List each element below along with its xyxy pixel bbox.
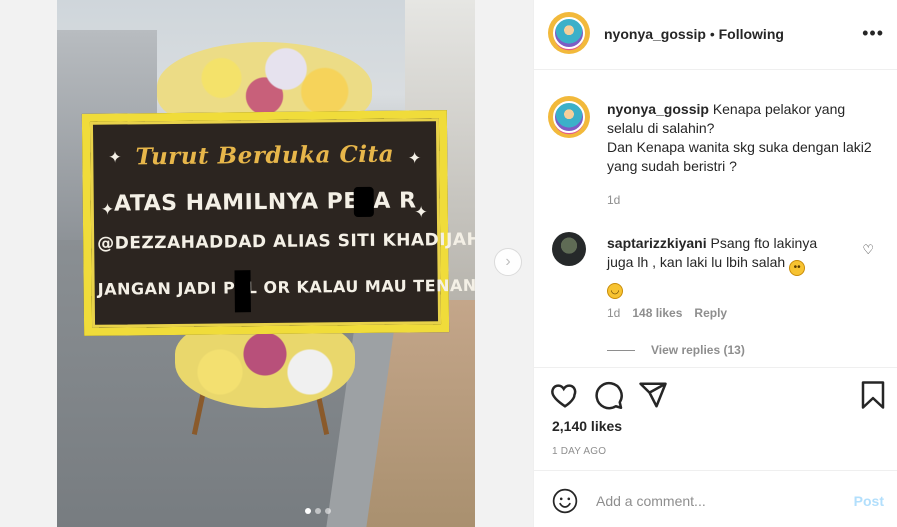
rolling-eyes-emoji-icon: •• [789, 260, 806, 276]
caption-text: nyonya_gossip Kenapa pelakor yang selalu… [607, 100, 872, 176]
board-line-1: ATAS HAMILNYA PELA R [113, 188, 417, 217]
carousel-dot [315, 508, 321, 514]
heart-outline-icon[interactable]: ♡ [862, 242, 874, 258]
carousel-dot [325, 508, 331, 514]
post-media-area: ✦ ✦ ✦ ✦ Turut Berduka Cita ATAS HAMILNYA… [0, 0, 533, 527]
post-comment-button[interactable]: Post [854, 493, 884, 509]
comment-meta: 1d 148 likes Reply [607, 306, 727, 320]
bookmark-icon[interactable] [858, 380, 888, 410]
comment-username[interactable]: saptarizzkiyani [607, 235, 707, 251]
board-line-2: @DEZZAHADDAD ALIAS SITI KHADIJAH [97, 229, 475, 254]
separator-dot: • [709, 26, 719, 42]
likes-count[interactable]: 2,140 likes [552, 418, 622, 434]
view-replies-label: View replies (13) [651, 343, 745, 357]
avatar-image [553, 17, 585, 49]
add-comment-input[interactable] [596, 488, 836, 514]
caption-username[interactable]: nyonya_gossip [607, 101, 709, 117]
comment-bubble-icon[interactable] [594, 380, 624, 410]
post-time[interactable]: 1 DAY AGO [552, 446, 606, 457]
reply-button[interactable]: Reply [694, 306, 727, 320]
caption-timestamp[interactable]: 1d [607, 193, 620, 207]
view-replies-button[interactable]: View replies (13) [607, 343, 745, 357]
add-comment-bar: Post [534, 470, 897, 527]
next-slide-button[interactable]: › [494, 248, 522, 276]
censor-mark [353, 186, 374, 218]
condolence-board: ✦ ✦ ✦ ✦ Turut Berduka Cita ATAS HAMILNYA… [81, 110, 475, 336]
header-user-line: nyonya_gossip • Following [604, 26, 784, 42]
board-title: Turut Berduka Cita [135, 140, 395, 171]
avatar-image [553, 101, 585, 133]
send-icon[interactable] [638, 380, 668, 410]
following-button[interactable]: Following [719, 26, 784, 42]
chevron-right-icon: › [505, 253, 511, 270]
avatar[interactable] [552, 232, 586, 266]
caption-line-2: Dan Kenapa wanita skg suka dengan laki2 … [607, 139, 872, 174]
comment-text: saptarizzkiyani Psang fto lakinya juga l… [607, 234, 847, 299]
carousel-indicator [305, 508, 331, 514]
replies-divider [607, 349, 635, 351]
avatar[interactable] [548, 96, 590, 138]
board-line-3: JANGAN JADI PEL OR KALAU MAU TENANG [97, 275, 475, 299]
emoji-smile-icon[interactable] [552, 488, 578, 514]
comment-timestamp[interactable]: 1d [607, 306, 620, 320]
avatar[interactable] [548, 12, 590, 54]
carousel-dot [305, 508, 311, 514]
comment-likes[interactable]: 148 likes [632, 306, 682, 320]
rofl-emoji-icon: ◡ [607, 283, 623, 299]
more-horizontal-icon[interactable]: ••• [862, 24, 884, 42]
header-username[interactable]: nyonya_gossip [604, 26, 706, 42]
post-header: nyonya_gossip • Following ••• [534, 0, 897, 70]
post-photo[interactable]: ✦ ✦ ✦ ✦ Turut Berduka Cita ATAS HAMILNYA… [57, 0, 475, 527]
censor-mark [234, 270, 251, 313]
heart-icon[interactable] [550, 380, 580, 410]
post-details-panel: nyonya_gossip • Following ••• nyonya_gos… [533, 0, 897, 527]
